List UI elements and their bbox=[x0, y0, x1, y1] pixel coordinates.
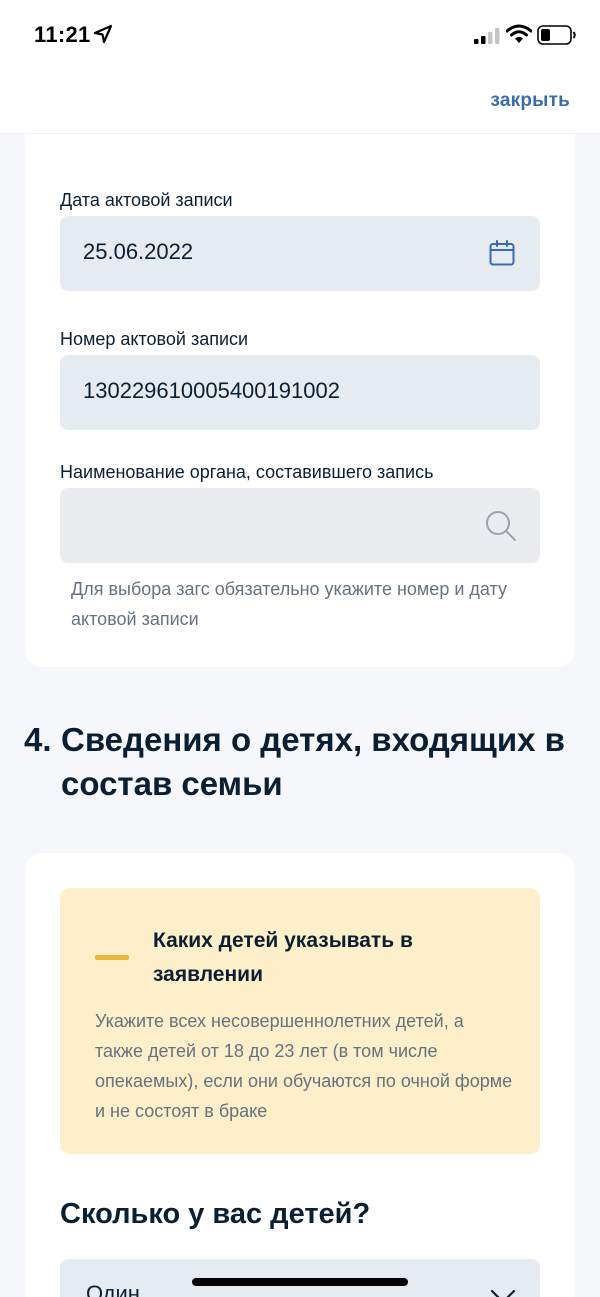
wifi-icon bbox=[506, 24, 532, 43]
section-title: Сведения о детях, входящих в состав семь… bbox=[61, 721, 565, 802]
section-heading: 4. Сведения о детях, входящих в состав с… bbox=[24, 718, 584, 806]
status-time: 11:21 bbox=[34, 22, 91, 47]
children-count-question: Сколько у вас детей? bbox=[60, 1198, 371, 1230]
record-number-label: Номер актовой записи bbox=[60, 329, 249, 349]
record-date-field[interactable]: 25.06.2022 bbox=[60, 216, 540, 291]
status-bar: 11:21 bbox=[0, 0, 600, 72]
close-button[interactable]: закрыть bbox=[491, 90, 571, 112]
authority-search-field[interactable] bbox=[60, 488, 540, 563]
record-number-value: 130229610005400191002 bbox=[83, 378, 340, 403]
info-notice: Каких детей указывать в заявлении Укажит… bbox=[60, 888, 540, 1154]
notice-title: Каких детей указывать в заявлении bbox=[153, 929, 413, 986]
chevron-down-icon bbox=[490, 1289, 516, 1297]
search-icon bbox=[486, 511, 516, 541]
record-date-value: 25.06.2022 bbox=[83, 239, 194, 264]
authority-hint: Для выбора загс обязательно укажите номе… bbox=[71, 579, 507, 629]
cellular-signal-icon bbox=[474, 28, 500, 44]
notice-accent-bar bbox=[95, 955, 129, 960]
calendar-icon[interactable] bbox=[488, 239, 516, 267]
home-indicator[interactable] bbox=[192, 1278, 408, 1286]
registration-record-card: Дата актовой записи 25.06.2022 Номер акт… bbox=[25, 134, 575, 667]
top-bar: закрыть bbox=[0, 72, 600, 134]
children-card: Каких детей указывать в заявлении Укажит… bbox=[25, 853, 575, 1297]
children-count-value: Один bbox=[86, 1281, 140, 1297]
location-arrow-icon bbox=[93, 24, 113, 44]
authority-label: Наименование органа, составившего запись bbox=[60, 462, 434, 482]
notice-text: Укажите всех несовершеннолетних детей, а… bbox=[95, 1011, 513, 1121]
record-date-label: Дата актовой записи bbox=[60, 190, 233, 210]
section-number: 4. bbox=[24, 721, 52, 758]
battery-icon bbox=[537, 25, 576, 45]
record-number-field[interactable]: 130229610005400191002 bbox=[60, 355, 540, 430]
